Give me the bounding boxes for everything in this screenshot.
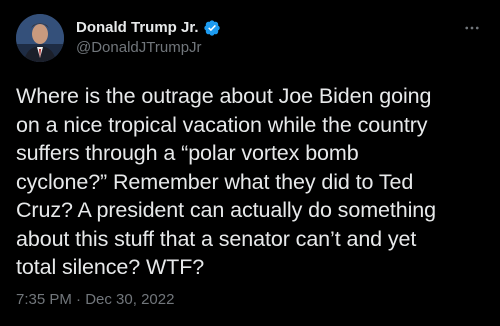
author-name-row: Donald Trump Jr. [76,18,221,38]
timestamp-separator: · [76,291,82,308]
author-handle[interactable]: @DonaldJTrumpJr [76,39,202,57]
tweet-text: Where is the outrage about Joe Biden goi… [16,84,436,279]
verified-badge-icon [203,19,221,37]
tweet-date[interactable]: Dec 30, 2022 [85,291,174,308]
avatar[interactable] [16,14,64,62]
tweet-timestamp: 7:35 PM · Dec 30, 2022 [16,290,174,310]
tweet-card: Donald Trump Jr. @DonaldJTrumpJr Where i… [0,0,500,326]
avatar-portrait-icon [16,14,64,62]
tweet-time[interactable]: 7:35 PM [16,291,72,308]
more-options-button[interactable] [462,18,482,38]
author-display-name[interactable]: Donald Trump Jr. [76,18,199,38]
more-options-icon [465,26,479,30]
